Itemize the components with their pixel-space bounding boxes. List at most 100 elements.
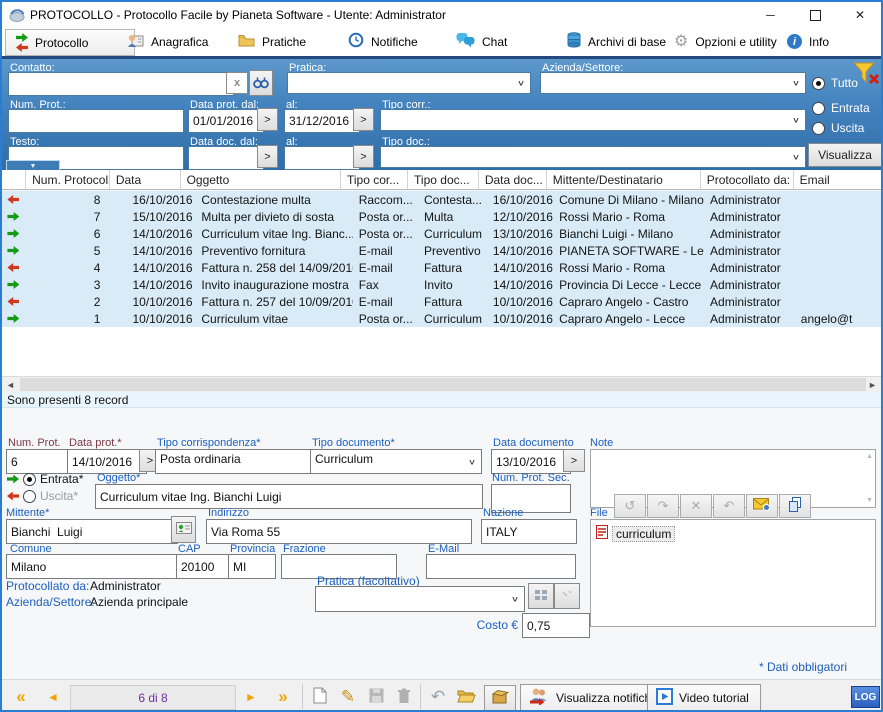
azienda-settore-select[interactable]: ∨ bbox=[540, 72, 806, 94]
tab-protocollo[interactable]: Protocollo bbox=[5, 29, 135, 56]
maximize-button[interactable] bbox=[793, 2, 838, 28]
data-prot-al-input[interactable] bbox=[284, 109, 360, 133]
provincia-input[interactable] bbox=[228, 554, 276, 579]
column-header[interactable]: Email bbox=[794, 170, 881, 189]
data-documento-picker-button[interactable]: > bbox=[563, 449, 585, 472]
pratica-form-select[interactable]: ∨ bbox=[315, 586, 525, 612]
tab-opzioni-utility[interactable]: ⚙ Opzioni e utility bbox=[664, 29, 787, 54]
chevron-down-icon: ∨ bbox=[792, 78, 800, 87]
send-email-button[interactable] bbox=[746, 494, 778, 518]
close-button[interactable]: ✕ bbox=[838, 2, 882, 28]
email-input[interactable] bbox=[426, 554, 576, 579]
data-doc-al-input[interactable] bbox=[284, 146, 360, 170]
scrollbar-thumb[interactable] bbox=[20, 378, 866, 391]
tipo-documento-select[interactable]: Curriculum∨ bbox=[310, 449, 482, 474]
delete-record-button[interactable] bbox=[391, 685, 417, 709]
data-prot-al-picker-button[interactable]: > bbox=[353, 108, 374, 131]
tab-info[interactable]: i Info bbox=[777, 29, 839, 54]
nav-first-button[interactable]: « bbox=[6, 685, 36, 708]
data-prot-input[interactable] bbox=[67, 449, 147, 474]
file-list[interactable]: curriculum bbox=[590, 519, 876, 627]
tab-chat[interactable]: Chat bbox=[446, 29, 517, 54]
nav-next-button[interactable]: ► bbox=[236, 685, 266, 708]
tab-anagrafica[interactable]: Anagrafica bbox=[117, 29, 218, 54]
horizontal-scrollbar[interactable]: ◄ ► bbox=[2, 376, 881, 392]
radio-uscita[interactable]: Uscita bbox=[812, 121, 864, 135]
data-prot-dal-picker-button[interactable]: > bbox=[257, 108, 278, 131]
rotate-left-button[interactable]: ↺ bbox=[614, 494, 646, 518]
table-row[interactable]: 210/10/2016Fattura n. 257 del 10/09/2010… bbox=[2, 293, 881, 310]
tipo-doc-filter-select[interactable]: ∨ bbox=[380, 146, 806, 168]
copy-file-button[interactable] bbox=[779, 494, 811, 518]
select-contact-button[interactable] bbox=[171, 516, 196, 543]
num-prot-input[interactable] bbox=[6, 449, 74, 474]
data-doc-dal-input[interactable] bbox=[188, 146, 264, 170]
table-row[interactable]: 614/10/2016Curriculum vitae Ing. Bianc..… bbox=[2, 225, 881, 242]
column-header[interactable]: Protocollato da: bbox=[701, 170, 794, 189]
pratica-clear-button[interactable] bbox=[554, 583, 580, 609]
costo-input[interactable] bbox=[522, 613, 590, 638]
scroll-right-icon[interactable]: ► bbox=[864, 377, 881, 392]
column-header[interactable]: Data bbox=[110, 170, 181, 189]
delete-file-button[interactable]: ✕ bbox=[680, 494, 712, 518]
column-header[interactable]: Oggetto bbox=[181, 170, 341, 189]
note-scroll-down-icon[interactable]: ▼ bbox=[866, 497, 873, 504]
tab-pratiche[interactable]: Pratiche bbox=[228, 29, 316, 54]
data-prot-dal-input[interactable] bbox=[188, 109, 264, 133]
column-header[interactable]: Mittente/Destinatario bbox=[547, 170, 701, 189]
visualizza-notifiche-button[interactable]: Visualizza notifiche bbox=[520, 684, 656, 712]
indirizzo-input[interactable] bbox=[206, 519, 472, 544]
form-radio-entrata[interactable]: Entrata* bbox=[7, 472, 83, 486]
undo-file-button[interactable]: ↶ bbox=[713, 494, 745, 518]
column-header[interactable]: Tipo doc... bbox=[408, 170, 479, 189]
data-documento-input[interactable] bbox=[491, 449, 571, 474]
rotate-right-button[interactable]: ↷ bbox=[647, 494, 679, 518]
search-contact-button[interactable] bbox=[249, 70, 273, 96]
comune-input[interactable] bbox=[6, 554, 180, 579]
clear-contatto-button[interactable]: x bbox=[226, 72, 248, 94]
mittente-input[interactable] bbox=[6, 519, 178, 544]
archive-button[interactable] bbox=[484, 685, 516, 711]
direction-arrow-icon bbox=[7, 229, 19, 238]
save-record-button[interactable] bbox=[363, 685, 389, 709]
data-doc-al-picker-button[interactable]: > bbox=[353, 145, 374, 168]
cap-input[interactable] bbox=[176, 554, 232, 579]
table-row[interactable]: 110/10/2016Curriculum vitaePosta or...Cu… bbox=[2, 310, 881, 327]
table-row[interactable]: 414/10/2016Fattura n. 258 del 14/09/2016… bbox=[2, 259, 881, 276]
minimize-button[interactable]: ─ bbox=[748, 2, 793, 28]
note-scroll-up-icon[interactable]: ▲ bbox=[866, 453, 873, 460]
video-tutorial-button[interactable]: Video tutorial bbox=[647, 684, 761, 712]
pratica-select[interactable]: ∨ bbox=[287, 72, 531, 94]
new-record-button[interactable] bbox=[307, 685, 333, 709]
column-header[interactable]: Num. Protocollo bbox=[26, 170, 110, 189]
radio-entrata[interactable]: Entrata bbox=[812, 101, 870, 115]
log-badge[interactable]: LOG bbox=[851, 686, 880, 708]
tab-notifiche[interactable]: Notifiche bbox=[338, 29, 428, 54]
nazione-input[interactable] bbox=[481, 519, 577, 544]
tipo-corrispondenza-select[interactable]: Posta ordinaria∨ bbox=[155, 449, 327, 474]
table-row[interactable]: 715/10/2016Multa per divieto di sostaPos… bbox=[2, 208, 881, 225]
num-prot-filter-input[interactable] bbox=[8, 109, 184, 133]
table-row[interactable]: 514/10/2016Preventivo fornituraE-mailPre… bbox=[2, 242, 881, 259]
edit-record-button[interactable]: ✎ bbox=[335, 685, 361, 709]
table-row[interactable]: 816/10/2016Contestazione multaRaccom...C… bbox=[2, 191, 881, 208]
table-row[interactable]: 314/10/2016Invito inaugurazione mostraFa… bbox=[2, 276, 881, 293]
column-header[interactable] bbox=[2, 170, 26, 189]
oggetto-input[interactable] bbox=[95, 484, 483, 509]
nav-last-button[interactable]: » bbox=[268, 685, 298, 708]
tipo-corr-filter-select[interactable]: ∨ bbox=[380, 109, 806, 131]
column-header[interactable]: Tipo cor... bbox=[341, 170, 408, 189]
scroll-left-icon[interactable]: ◄ bbox=[2, 377, 19, 392]
data-doc-dal-picker-button[interactable]: > bbox=[257, 145, 278, 168]
open-folder-button[interactable] bbox=[453, 685, 479, 709]
form-radio-uscita[interactable]: Uscita* bbox=[7, 489, 78, 503]
radio-tutto[interactable]: Tutto bbox=[812, 76, 858, 90]
pratica-assign-button[interactable] bbox=[528, 583, 554, 609]
tab-archivi-di-base[interactable]: Archivi di base bbox=[557, 29, 676, 54]
contatto-input[interactable] bbox=[8, 72, 234, 96]
undo-button[interactable]: ↶ bbox=[425, 685, 451, 709]
nav-prev-button[interactable]: ◄ bbox=[38, 685, 68, 708]
file-item[interactable]: curriculum bbox=[596, 525, 875, 542]
column-header[interactable]: Data doc... bbox=[479, 170, 547, 189]
visualizza-button[interactable]: Visualizza bbox=[808, 143, 882, 167]
